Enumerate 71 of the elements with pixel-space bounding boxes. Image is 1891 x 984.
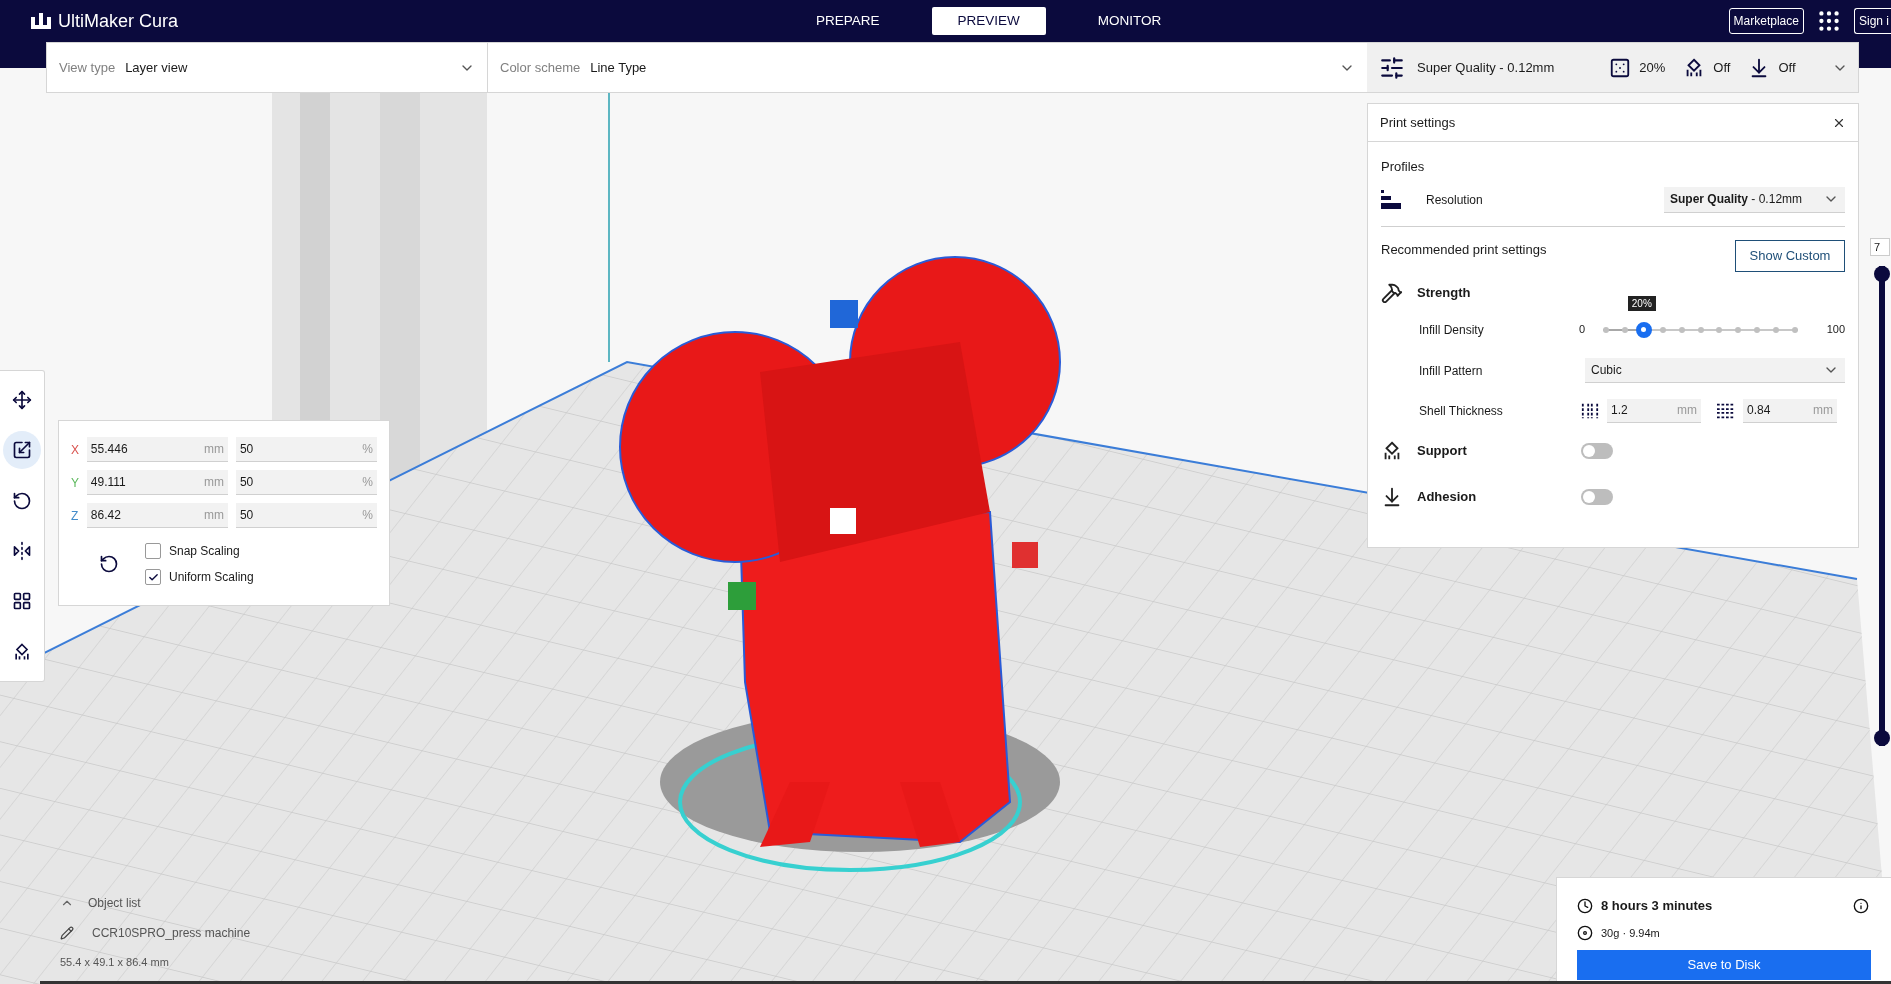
- slider-max: 100: [1826, 322, 1845, 338]
- print-setup-selector[interactable]: Super Quality - 0.12mm 20% Off Off: [1367, 43, 1858, 92]
- top-thickness-field[interactable]: 0.84 mm: [1743, 398, 1837, 423]
- axis-label: Y: [71, 474, 80, 492]
- material-estimate: 30g · 9.94m: [1601, 925, 1660, 941]
- size-field[interactable]: 86.42 mm: [86, 503, 228, 528]
- stage-tab[interactable]: MONITOR: [1071, 7, 1188, 35]
- tool-button[interactable]: [3, 431, 41, 470]
- spool-icon: [1577, 924, 1593, 941]
- stage-tab[interactable]: PREVIEW: [931, 7, 1046, 35]
- category-label: Support: [1417, 441, 1468, 460]
- scale-icon: [12, 440, 32, 461]
- info-icon[interactable]: [1853, 897, 1869, 914]
- reset-icon[interactable]: [99, 554, 119, 574]
- section-label: Recommended print settings: [1381, 240, 1547, 259]
- support-blocker-icon: [12, 641, 32, 662]
- resolution-icon: [1381, 189, 1401, 210]
- checkbox-label: Uniform Scaling: [169, 569, 254, 586]
- print-time: 8 hours 3 minutes: [1601, 897, 1713, 915]
- setting-label: Infill Pattern: [1419, 362, 1484, 380]
- grid-icon: [12, 591, 32, 612]
- size-field[interactable]: 49.111 mm: [86, 470, 228, 495]
- hammer-icon: [1381, 281, 1403, 304]
- object-dimensions: 55.4 x 49.1 x 86.4 mm: [60, 955, 170, 970]
- toggle-switch[interactable]: [1581, 442, 1613, 459]
- setting-label: Shell Thickness: [1419, 402, 1504, 420]
- app-title: UltiMaker Cura: [58, 9, 179, 33]
- category-label: Adhesion: [1417, 487, 1478, 506]
- layer-slider[interactable]: [1874, 266, 1890, 746]
- checkbox-label: Snap Scaling: [169, 543, 240, 560]
- axis-label: X: [71, 441, 80, 459]
- mirror-icon: [12, 541, 32, 562]
- slider-min: 0: [1579, 322, 1587, 338]
- wall-thickness-field[interactable]: 1.2 mm: [1607, 398, 1701, 423]
- resolution-label: Resolution: [1426, 191, 1483, 209]
- resolution-dropdown[interactable]: Super Quality - 0.12mm: [1664, 186, 1845, 213]
- sign-in-button[interactable]: Sign i: [1853, 8, 1891, 34]
- section-label: Profiles: [1381, 158, 1426, 176]
- infill-pattern-dropdown[interactable]: Cubic: [1585, 358, 1845, 383]
- layer-number-field[interactable]: 7: [1870, 238, 1890, 256]
- check-icon: [147, 571, 159, 583]
- pencil-icon[interactable]: [60, 926, 74, 940]
- color-scheme-dropdown[interactable]: Color scheme Line Type: [488, 43, 1367, 92]
- sliders-icon: [1379, 54, 1405, 81]
- wall-thickness-icon: [1581, 402, 1599, 419]
- setting-label: Infill Density: [1419, 321, 1485, 339]
- logo-icon: [30, 13, 52, 29]
- size-field[interactable]: 55.446 mm: [86, 437, 228, 462]
- marketplace-button[interactable]: Marketplace: [1728, 8, 1804, 34]
- object-list-toggle[interactable]: Object list: [88, 894, 141, 912]
- infill-icon: [1609, 56, 1632, 79]
- view-type-dropdown[interactable]: View type Layer view: [47, 43, 488, 92]
- checkbox[interactable]: [145, 569, 161, 585]
- axis-label: Z: [71, 507, 80, 525]
- percent-field[interactable]: 50 %: [235, 437, 377, 462]
- percent-field[interactable]: 50 %: [235, 503, 377, 528]
- slider-tooltip: 20%: [1627, 295, 1656, 311]
- clock-icon: [1577, 897, 1593, 914]
- category-label: Strength: [1417, 283, 1471, 302]
- save-to-disk-button[interactable]: Save to Disk: [1577, 950, 1871, 980]
- panel-title: Print settings: [1380, 113, 1456, 132]
- toggle-switch[interactable]: [1581, 488, 1613, 505]
- object-name[interactable]: CCR10SPRO_press machine: [92, 924, 251, 942]
- top-thickness-icon: [1717, 402, 1735, 419]
- percent-field[interactable]: 50 %: [235, 470, 377, 495]
- stage-tab[interactable]: PREPARE: [790, 7, 906, 35]
- checkbox[interactable]: [145, 543, 161, 559]
- rotate-icon: [12, 490, 32, 511]
- show-custom-button[interactable]: Show Custom: [1735, 239, 1845, 272]
- slider-thumb[interactable]: [1635, 321, 1652, 338]
- move-icon: [12, 390, 32, 411]
